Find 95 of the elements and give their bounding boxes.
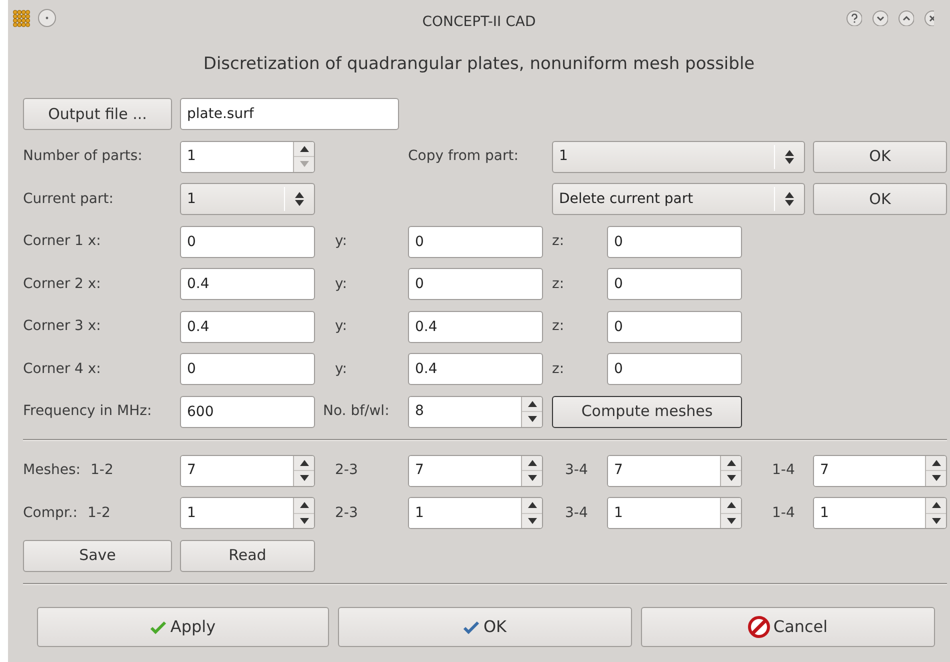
spin-down-icon[interactable] — [932, 475, 940, 482]
window-title: CONCEPT-II CAD — [422, 12, 536, 32]
field-label: Corner 4 x: — [23, 360, 102, 378]
spin-box[interactable]: 1 — [180, 497, 315, 529]
field-label: 3-4 — [564, 461, 589, 480]
field-label: 1-4 — [771, 461, 796, 480]
field-label: Meshes: — [23, 461, 80, 480]
coordinate-field[interactable]: 0 — [408, 268, 543, 300]
spin-up-icon[interactable] — [528, 460, 536, 466]
coordinate-field[interactable]: 0 — [607, 226, 742, 258]
no-entry-icon — [748, 616, 770, 638]
field-label: 2-3 — [334, 504, 359, 522]
grid-icon[interactable] — [13, 10, 30, 27]
spin-down-icon[interactable] — [528, 475, 536, 482]
updown-arrow-icon — [785, 150, 794, 164]
checkmark-icon — [150, 620, 168, 634]
spin-box[interactable]: 7 — [180, 454, 315, 486]
dropdown[interactable]: 1 — [552, 140, 805, 172]
spin-up-icon[interactable] — [528, 400, 536, 407]
read-button[interactable]: Read — [180, 540, 315, 572]
field-label: 3-4 — [564, 504, 589, 522]
apply-button[interactable]: Apply — [37, 607, 329, 647]
spin-box[interactable]: 1 — [180, 140, 315, 172]
spin-box[interactable]: 8 — [408, 396, 543, 428]
file-name-field[interactable]: plate.surf — [180, 98, 399, 130]
frequency-field[interactable]: 600 — [180, 396, 315, 428]
field-label: z: — [551, 317, 566, 336]
spin-down-icon[interactable] — [300, 518, 308, 524]
coordinate-field[interactable]: 0.4 — [408, 353, 543, 385]
coordinate-field[interactable]: 0 — [180, 353, 315, 385]
field-label: 1-2 — [90, 461, 114, 480]
field-label: 2-3 — [334, 461, 359, 480]
spin-down-icon[interactable] — [528, 416, 536, 422]
spin-up-icon[interactable] — [528, 502, 536, 508]
ok-button[interactable]: OK — [813, 183, 947, 215]
spin-box[interactable]: 7 — [607, 454, 742, 486]
ok-button[interactable]: OK — [338, 607, 632, 647]
spin-box[interactable]: 7 — [813, 454, 947, 486]
spin-up-icon[interactable] — [932, 502, 940, 508]
field-label: 1-4 — [771, 504, 796, 522]
field-label: z: — [551, 360, 566, 378]
coordinate-field[interactable]: 0.4 — [180, 268, 315, 300]
spin-up-icon[interactable] — [300, 146, 308, 152]
spin-down-icon[interactable] — [726, 475, 736, 482]
spin-down-icon[interactable] — [300, 475, 308, 482]
spin-box[interactable]: 1 — [408, 497, 543, 529]
updown-arrow-icon — [295, 192, 304, 206]
spin-box[interactable]: 1 — [813, 497, 947, 529]
coordinate-field[interactable]: 0 — [408, 226, 543, 258]
field-label: y: — [334, 317, 348, 336]
field-label: Compr.: — [23, 504, 78, 522]
field-label: Corner 3 x: — [23, 317, 102, 336]
dialog-heading: Discretization of quadrangular plates, nonuniform mesh possible — [203, 53, 755, 76]
spin-up-icon[interactable] — [300, 502, 308, 508]
field-label: y: — [334, 274, 348, 294]
field-label: No. bf/wl: — [322, 402, 390, 421]
field-label: Current part: — [23, 190, 114, 208]
coordinate-field[interactable]: 0 — [180, 226, 315, 258]
field-label: Number of parts: — [23, 147, 144, 166]
spin-box[interactable]: 7 — [408, 454, 543, 486]
spin-up-icon[interactable] — [300, 460, 308, 466]
dropdown[interactable]: 1 — [180, 183, 315, 215]
spin-up-icon[interactable] — [726, 460, 736, 466]
save-button[interactable]: Save — [23, 540, 172, 572]
coordinate-field[interactable]: 0 — [607, 310, 742, 342]
field-label: Frequency in MHz: — [23, 402, 153, 421]
field-label: y: — [334, 360, 348, 378]
field-label: Corner 1 x: — [23, 232, 102, 251]
coordinate-field[interactable]: 0.4 — [180, 310, 315, 342]
dropdown[interactable]: Delete current part — [552, 183, 805, 215]
coordinate-field[interactable]: 0 — [607, 353, 742, 385]
updown-arrow-icon — [785, 192, 794, 206]
coordinate-field[interactable]: 0.4 — [408, 310, 543, 342]
minimize-button[interactable] — [872, 10, 888, 26]
coordinate-field[interactable]: 0 — [607, 268, 742, 300]
spin-down-icon[interactable] — [932, 518, 940, 524]
spin-down-icon[interactable] — [528, 518, 536, 524]
spin-box[interactable]: 1 — [607, 497, 742, 529]
field-label: y: — [334, 232, 348, 251]
close-button[interactable] — [924, 10, 934, 26]
field-label: Copy from part: — [408, 147, 520, 166]
field-label: Corner 2 x: — [23, 274, 102, 294]
spin-down-icon[interactable] — [726, 518, 736, 524]
field-label: z: — [551, 232, 566, 251]
spin-up-icon[interactable] — [726, 502, 736, 508]
checkmark-icon — [463, 620, 480, 634]
spin-up-icon[interactable] — [932, 460, 940, 466]
output-file-button[interactable]: Output file ... — [23, 98, 172, 130]
maximize-button[interactable] — [898, 10, 914, 26]
help-button[interactable] — [846, 10, 862, 26]
cancel-button[interactable]: Cancel — [641, 607, 935, 647]
field-label: 1-2 — [88, 504, 110, 522]
ok-button[interactable]: OK — [813, 140, 947, 172]
field-label: z: — [551, 274, 566, 294]
compute-meshes-button[interactable]: Compute meshes — [552, 396, 742, 428]
